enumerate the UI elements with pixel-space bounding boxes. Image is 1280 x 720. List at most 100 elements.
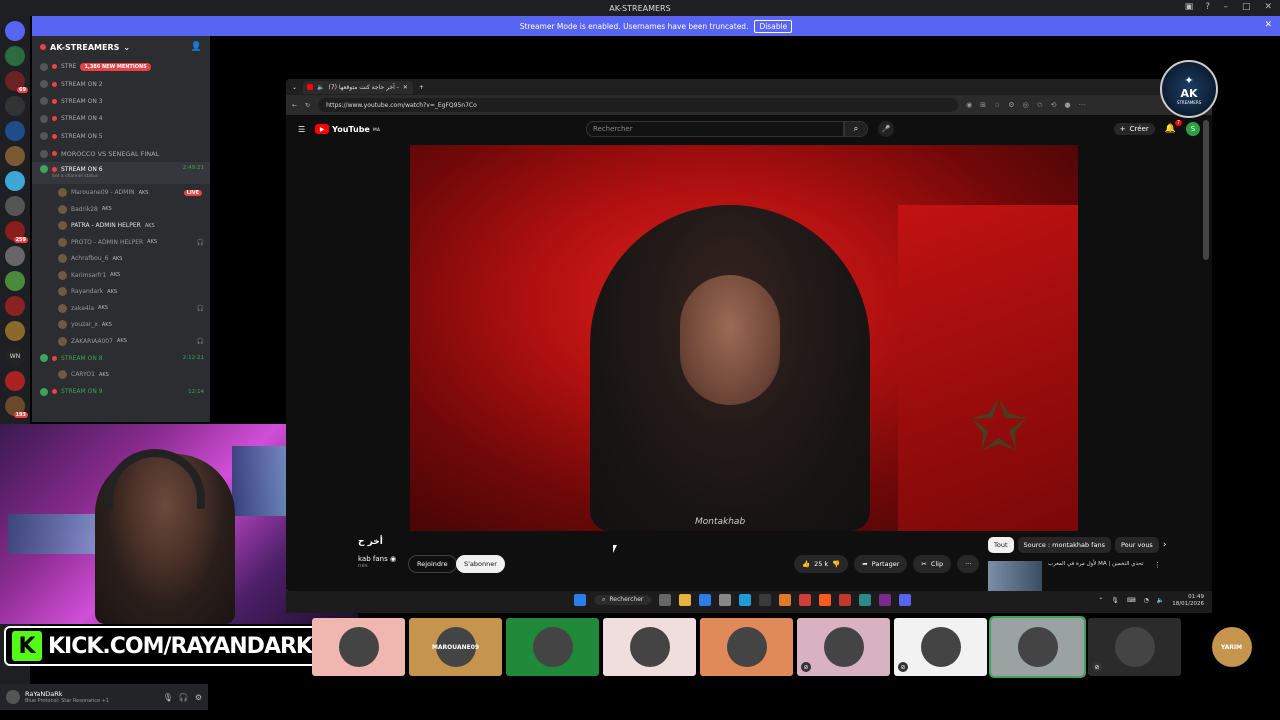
wifi-icon[interactable]: ◔: [1144, 597, 1149, 604]
voice-search-icon[interactable]: 🎤: [877, 121, 894, 137]
close-icon[interactable]: ✕: [1264, 2, 1272, 12]
clock[interactable]: 01:49 18/01/2026: [1172, 594, 1204, 607]
browser-tab[interactable]: 🔈 (7) آخر حاجة كنت متوقعها - ✕: [303, 80, 414, 94]
extension-icon[interactable]: ◎: [1023, 101, 1029, 109]
voice-user[interactable]: Rayandark AKS: [32, 283, 210, 300]
server-icon[interactable]: [5, 146, 25, 166]
voice-user[interactable]: Marouane09 - ADMIN AKS LIVE: [32, 184, 210, 201]
channel-status[interactable]: Set a channel status: [40, 174, 98, 179]
brave-icon[interactable]: [819, 594, 832, 606]
chip-source[interactable]: Source : montakhab fans: [1017, 537, 1111, 553]
extension-icon[interactable]: ⊞: [980, 101, 986, 109]
voice-user[interactable]: Karimsarfr1 AKS: [32, 267, 210, 284]
search-icon[interactable]: ⌕: [843, 121, 868, 137]
voice-channel[interactable]: STRE 1,386 NEW MENTIONS: [32, 58, 210, 75]
channel-name[interactable]: kab fans ◉ nés: [358, 555, 396, 569]
server-icon[interactable]: [5, 46, 25, 66]
server-icon[interactable]: 69: [5, 71, 28, 93]
task-view-icon[interactable]: [659, 594, 672, 606]
account-avatar[interactable]: S: [1186, 122, 1200, 136]
chevron-up-icon[interactable]: ⌃: [1098, 597, 1103, 604]
app-icon[interactable]: [839, 594, 852, 606]
star-icon[interactable]: ☆: [994, 101, 1000, 109]
chevron-right-icon[interactable]: ›: [1163, 540, 1167, 550]
volume-icon[interactable]: 🔈: [1157, 597, 1164, 604]
maximize-icon[interactable]: □: [1242, 2, 1251, 12]
voice-user[interactable]: CARYO1 AKS: [32, 367, 210, 384]
participant-tile-speaking[interactable]: [989, 616, 1086, 678]
voice-user[interactable]: Badrik28 AKS: [32, 201, 210, 218]
menu-icon[interactable]: ☰: [298, 125, 305, 134]
clip-button[interactable]: ✂ Clip: [913, 555, 952, 573]
voice-user[interactable]: zaka4la AKS 🎧: [32, 300, 210, 317]
discord-taskbar-icon[interactable]: [899, 594, 912, 606]
chip-all[interactable]: Tout: [988, 537, 1014, 553]
file-explorer-icon[interactable]: [679, 594, 692, 606]
address-bar[interactable]: https://www.youtube.com/watch?v=_EgFQ95n…: [318, 98, 959, 112]
participant-tile[interactable]: [312, 618, 405, 676]
create-button[interactable]: + Créer: [1113, 123, 1155, 135]
server-icon[interactable]: [5, 271, 25, 291]
join-button[interactable]: Rejoindre: [408, 555, 457, 573]
taskbar-search[interactable]: ⌕ Rechercher: [594, 595, 652, 605]
voice-channel[interactable]: STREAM ON 3: [32, 93, 210, 110]
participant-tile[interactable]: ⊘: [894, 618, 987, 676]
tab-close-icon[interactable]: ✕: [403, 84, 408, 91]
server-icon[interactable]: 259: [5, 221, 28, 243]
voice-channel-active[interactable]: STREAM ON 6 Set a channel status 2:49:21: [32, 162, 210, 185]
server-icon[interactable]: [5, 246, 25, 266]
server-icon[interactable]: [5, 96, 25, 116]
kebab-menu-icon[interactable]: ⋮: [1154, 561, 1161, 569]
reload-icon[interactable]: ↻: [305, 102, 310, 109]
like-button[interactable]: 👍 25 k 👎: [794, 555, 849, 573]
voice-channel[interactable]: STREAM ON 2: [32, 75, 210, 92]
voice-user[interactable]: ZAKARIAA007 AKS 🎧: [32, 333, 210, 350]
app-icon[interactable]: [799, 594, 812, 606]
settings-gear-icon[interactable]: ⚙: [195, 693, 202, 702]
search-input[interactable]: Rechercher: [585, 121, 844, 137]
voice-channel[interactable]: STREAM ON 8 2:12:21: [32, 349, 210, 366]
minimize-icon[interactable]: –: [1223, 2, 1228, 12]
history-icon[interactable]: ⟲: [1051, 101, 1057, 109]
voice-user[interactable]: PATRA - ADMIN HELPER AKS: [32, 217, 210, 234]
help-icon[interactable]: ?: [1205, 2, 1210, 12]
mic-icon[interactable]: 🎙: [1111, 597, 1119, 604]
tab-list-icon[interactable]: ⌄: [292, 84, 297, 91]
server-icon[interactable]: 193: [5, 396, 28, 418]
new-tab-icon[interactable]: +: [419, 84, 424, 91]
store-icon[interactable]: [699, 594, 712, 606]
participant-tile[interactable]: [506, 618, 599, 676]
more-icon[interactable]: ···: [1079, 101, 1086, 109]
banner-close-icon[interactable]: ✕: [1264, 20, 1272, 30]
voice-user[interactable]: PROTO - ADMIN HELPER AKS 🎧: [32, 234, 210, 251]
avatar[interactable]: [6, 690, 20, 704]
participant-tile[interactable]: [603, 618, 696, 676]
voice-user[interactable]: Achrafbou_6 AKS: [32, 250, 210, 267]
back-icon[interactable]: ←: [292, 102, 297, 109]
participant-tile[interactable]: YARIM: [1185, 618, 1278, 676]
app-icon[interactable]: [879, 594, 892, 606]
share-button[interactable]: ➦ Partager: [854, 555, 908, 573]
server-icon[interactable]: [5, 171, 25, 191]
voice-channel[interactable]: MOROCCO VS SENEGAL FINAL: [32, 145, 210, 162]
discord-home-icon[interactable]: [5, 21, 25, 41]
participant-tile[interactable]: MAROUANE09: [409, 618, 502, 676]
extension-icon[interactable]: ◉: [966, 101, 972, 109]
disable-streamer-button[interactable]: Disable: [754, 19, 793, 33]
more-actions-button[interactable]: ···: [957, 555, 980, 573]
server-icon[interactable]: WN: [5, 346, 25, 366]
app-icon[interactable]: [859, 594, 872, 606]
add-person-icon[interactable]: 👤: [191, 42, 202, 52]
app-icon[interactable]: [719, 594, 732, 606]
windows-start-icon[interactable]: [574, 594, 586, 606]
voice-channel[interactable]: STREAM ON 5: [32, 128, 210, 145]
notifications-bell-icon[interactable]: 🔔 7: [1165, 120, 1182, 134]
participant-tile[interactable]: ⊘: [1088, 618, 1181, 676]
server-icon[interactable]: [5, 196, 25, 216]
microphone-icon[interactable]: 🎙: [163, 693, 173, 702]
subscribe-button[interactable]: S'abonner: [456, 555, 505, 573]
server-icon[interactable]: [5, 121, 25, 141]
thumbs-down-icon[interactable]: 👎: [832, 560, 840, 568]
participant-tile[interactable]: ⊘: [797, 618, 890, 676]
speaker-icon[interactable]: 🔈: [317, 84, 324, 91]
